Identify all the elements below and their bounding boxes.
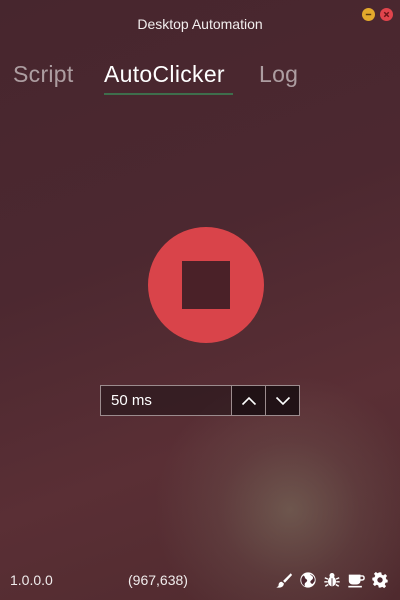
gear-icon <box>371 571 388 588</box>
donate-button[interactable] <box>346 570 365 589</box>
close-button[interactable] <box>380 8 393 21</box>
status-bar: 1.0.0.0 (967,638) <box>0 569 400 591</box>
window-title: Desktop Automation <box>137 16 263 32</box>
close-icon <box>383 11 390 18</box>
website-button[interactable] <box>298 570 317 589</box>
stop-icon <box>182 261 230 309</box>
globe-icon <box>299 571 316 588</box>
tab-autoclicker[interactable]: AutoClicker <box>104 60 234 96</box>
coffee-icon <box>347 574 365 587</box>
tab-log[interactable]: Log <box>259 60 298 96</box>
increment-button[interactable] <box>231 386 265 415</box>
chevron-up-icon <box>241 396 256 405</box>
footer-toolbar <box>274 570 389 589</box>
report-bug-button[interactable] <box>322 570 341 589</box>
cursor-position: (967,638) <box>128 572 188 588</box>
active-tab-indicator <box>104 93 233 95</box>
brush-icon <box>275 572 292 588</box>
start-stop-button[interactable] <box>148 227 264 343</box>
theme-button[interactable] <box>274 570 293 589</box>
interval-stepper: 50 ms <box>100 385 300 416</box>
bug-icon <box>323 572 340 587</box>
decrement-button[interactable] <box>265 386 299 415</box>
tab-script[interactable]: Script <box>13 60 74 96</box>
version-label: 1.0.0.0 <box>10 572 53 588</box>
minimize-button[interactable] <box>362 8 375 21</box>
minimize-icon <box>365 13 372 16</box>
settings-button[interactable] <box>370 570 389 589</box>
interval-input[interactable]: 50 ms <box>101 386 231 415</box>
window-controls <box>362 8 393 21</box>
chevron-down-icon <box>275 396 290 405</box>
